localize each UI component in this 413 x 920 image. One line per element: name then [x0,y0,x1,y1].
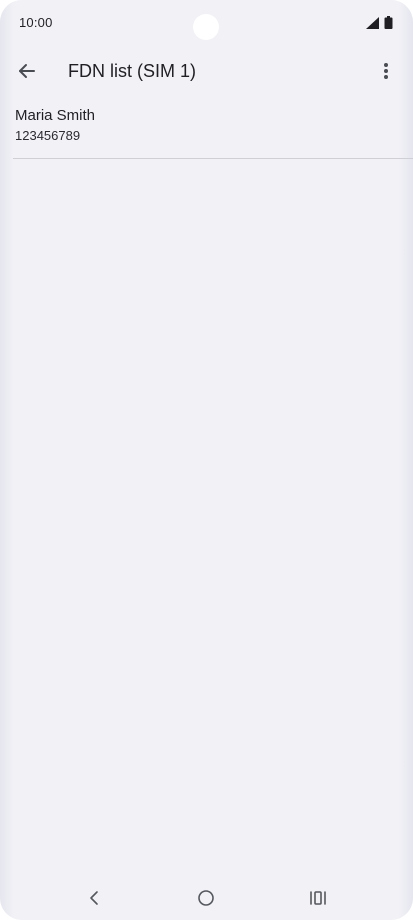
more-options-button[interactable] [370,54,402,88]
phone-screen: 10:00 FDN list (SIM 1) Maria Smith 12345… [0,0,413,920]
nav-back-icon [90,891,98,905]
list-item[interactable]: Maria Smith 123456789 [0,100,413,158]
status-bar: 10:00 [0,0,413,46]
contact-name: Maria Smith [15,107,96,124]
list-divider [13,158,413,159]
battery-icon [384,16,393,29]
back-button[interactable] [10,54,44,88]
front-camera-cutout [193,14,219,40]
navigation-bar [0,876,413,920]
contact-number: 123456789 [15,128,81,143]
arrow-left-icon [19,64,35,78]
app-bar: FDN list (SIM 1) [0,46,413,96]
nav-recents-icon [310,891,326,905]
status-time: 10:00 [19,15,53,30]
nav-recents-button[interactable] [300,884,336,912]
nav-back-button[interactable] [76,884,112,912]
nav-home-button[interactable] [188,884,224,912]
more-vertical-icon [384,63,388,79]
nav-home-icon [198,890,214,906]
page-title: FDN list (SIM 1) [68,61,196,81]
signal-icon [366,17,379,29]
